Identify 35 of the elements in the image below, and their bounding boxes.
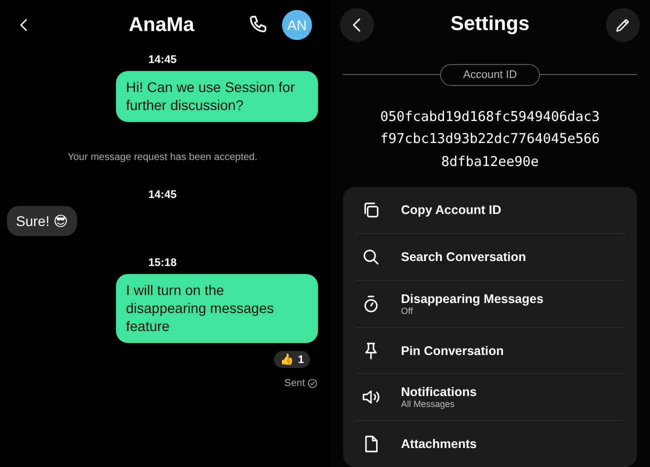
item-value: All Messages — [401, 399, 456, 410]
item-label: Attachments — [401, 437, 477, 452]
message-bubble: Sure! 😎 — [7, 206, 77, 236]
account-id-text: 8dfba12ee90e — [441, 152, 539, 172]
settings-item[interactable]: Copy Account ID — [355, 187, 625, 234]
message-bubble: I will turn on the disappearing messages feature — [116, 274, 318, 343]
item-label: Pin Conversation — [401, 344, 504, 358]
settings-item[interactable]: Notifications All Messages — [355, 374, 625, 422]
screen-title: Settings — [450, 13, 530, 36]
edit-button[interactable] — [606, 8, 640, 42]
message-bubble: Hi! Can we use Session for further discussion? — [116, 71, 318, 122]
back-button[interactable] — [340, 8, 374, 42]
timestamp: 14:45 — [148, 189, 177, 201]
settings-item[interactable]: Pin Conversation — [355, 328, 625, 374]
settings-item[interactable]: Attachments — [355, 421, 625, 467]
search-icon — [361, 246, 381, 267]
timestamp: 15:18 — [148, 257, 177, 269]
settings-item[interactable]: Disappearing Messages Off — [355, 280, 625, 328]
status-text: Sent — [284, 378, 305, 389]
account-id-text: f97cbc13d93b22dc7764045e566 — [380, 130, 600, 150]
item-label: Notifications — [401, 385, 477, 400]
reaction-emoji: 👍 — [280, 353, 294, 366]
account-id-text: 050fcabd19d168fc5949406dac3 — [380, 108, 600, 127]
section-label: Account ID — [440, 64, 540, 86]
reaction-count: 1 — [298, 354, 304, 366]
reaction-chip[interactable]: 👍 1 — [274, 351, 310, 368]
item-label: Search Conversation — [401, 250, 526, 264]
item-label: Disappearing Messages — [401, 292, 544, 306]
item-label: Copy Account ID — [401, 203, 502, 218]
system-message: Your message request has been accepted. — [68, 152, 258, 163]
settings-item[interactable]: Search Conversation — [355, 234, 625, 281]
item-value: Off — [401, 306, 413, 316]
timestamp: 14:45 — [148, 54, 177, 66]
contact-name: AnaMa — [128, 14, 196, 36]
check-circle-icon — [307, 378, 318, 389]
